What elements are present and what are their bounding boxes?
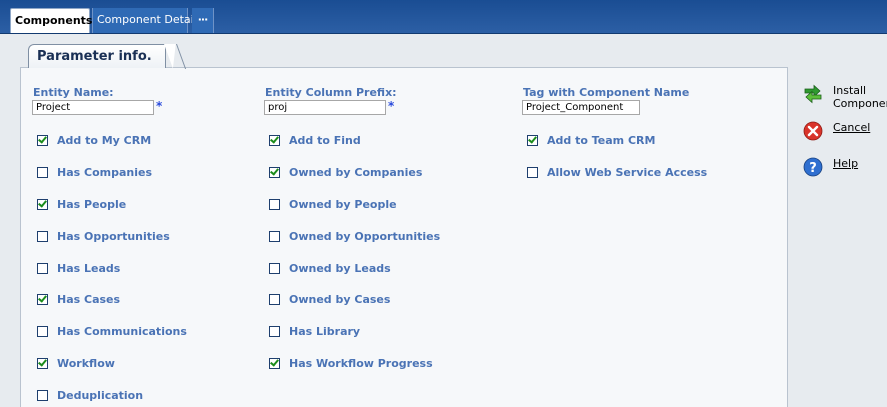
- tab-component-details[interactable]: Component Details: [92, 8, 203, 33]
- panel-tab-parameter-info: Parameter info.: [28, 44, 166, 68]
- checkbox-label: Owned by Companies: [289, 166, 423, 179]
- checkbox-box[interactable]: [269, 294, 280, 305]
- entity-name-required: *: [156, 99, 163, 113]
- tab-more[interactable]: ···: [192, 8, 214, 33]
- checkbox-box[interactable]: [37, 199, 48, 210]
- cancel-label-text: Cancel: [833, 121, 871, 134]
- checkbox-label: Workflow: [57, 357, 115, 370]
- checkbox-has-workflow-progress[interactable]: Has Workflow Progress: [269, 357, 433, 370]
- checkbox-owned-by-leads[interactable]: Owned by Leads: [269, 262, 391, 275]
- checkbox-has-leads[interactable]: Has Leads: [37, 262, 120, 275]
- checkbox-label: Add to My CRM: [57, 134, 152, 147]
- checkbox-deduplication[interactable]: Deduplication: [37, 389, 143, 402]
- tab-components[interactable]: Components: [10, 8, 92, 33]
- checkbox-box[interactable]: [37, 326, 48, 337]
- checkbox-label: Has Cases: [57, 293, 121, 306]
- install-component-label: Install Component: [833, 84, 887, 110]
- checkbox-box[interactable]: [37, 358, 48, 369]
- entity-column-prefix-label: Entity Column Prefix:: [265, 86, 397, 99]
- checkbox-label: Has People: [57, 198, 127, 211]
- checkbox-owned-by-people[interactable]: Owned by People: [269, 198, 397, 211]
- entity-name-input[interactable]: Project: [32, 100, 154, 115]
- entity-name-label: Entity Name:: [33, 86, 114, 99]
- checkbox-has-companies[interactable]: Has Companies: [37, 166, 152, 179]
- checkbox-label: Has Leads: [57, 262, 121, 275]
- cancel-button[interactable]: Cancel: [803, 121, 870, 141]
- green-arrows-icon: [804, 84, 822, 104]
- checkbox-box[interactable]: [37, 294, 48, 305]
- cancel-label: Cancel: [833, 121, 870, 134]
- checkbox-add-to-find[interactable]: Add to Find: [269, 134, 361, 147]
- top-tab-bar: Components Component Details ···: [0, 0, 887, 34]
- checkbox-box[interactable]: [269, 135, 280, 146]
- tag-component-label: Tag with Component Name: [523, 86, 690, 99]
- checkbox-has-communications[interactable]: Has Communications: [37, 325, 187, 338]
- checkbox-label: Has Opportunities: [57, 230, 170, 243]
- checkbox-label: Add to Find: [289, 134, 361, 147]
- red-x-icon: [803, 121, 823, 141]
- tag-component-input[interactable]: Project_Component: [522, 100, 640, 115]
- checkbox-box[interactable]: [269, 167, 280, 178]
- checkbox-add-to-my-crm[interactable]: Add to My CRM: [37, 134, 151, 147]
- checkbox-label: Owned by Opportunities: [289, 230, 441, 243]
- checkbox-box[interactable]: [269, 231, 280, 242]
- checkbox-label: Add to Team CRM: [547, 134, 656, 147]
- checkbox-box[interactable]: [269, 358, 280, 369]
- checkbox-allow-web-service-access[interactable]: Allow Web Service Access: [527, 166, 707, 179]
- checkbox-box[interactable]: [37, 390, 48, 401]
- checkbox-workflow[interactable]: Workflow: [37, 357, 115, 370]
- checkbox-box[interactable]: [37, 231, 48, 242]
- checkbox-has-cases[interactable]: Has Cases: [37, 293, 120, 306]
- checkbox-label: Deduplication: [57, 389, 144, 402]
- checkbox-has-opportunities[interactable]: Has Opportunities: [37, 230, 170, 243]
- install-component-button[interactable]: Install Component: [803, 84, 887, 110]
- checkbox-label: Has Workflow Progress: [289, 357, 433, 370]
- checkbox-label: Has Companies: [57, 166, 153, 179]
- checkbox-box[interactable]: [269, 263, 280, 274]
- checkbox-label: Has Communications: [57, 325, 187, 338]
- checkbox-box[interactable]: [37, 263, 48, 274]
- checkbox-owned-by-opportunities[interactable]: Owned by Opportunities: [269, 230, 440, 243]
- checkbox-box[interactable]: [37, 167, 48, 178]
- checkbox-box[interactable]: [269, 326, 280, 337]
- checkbox-owned-by-companies[interactable]: Owned by Companies: [269, 166, 422, 179]
- checkbox-has-library[interactable]: Has Library: [269, 325, 360, 338]
- checkbox-label: Owned by Cases: [289, 293, 391, 306]
- checkbox-owned-by-cases[interactable]: Owned by Cases: [269, 293, 390, 306]
- checkbox-box[interactable]: [269, 199, 280, 210]
- checkbox-label: Owned by People: [289, 198, 397, 211]
- checkbox-has-people[interactable]: Has People: [37, 198, 126, 211]
- help-button[interactable]: ? Help: [803, 157, 858, 177]
- help-label-text: Help: [833, 157, 859, 170]
- checkbox-label: Has Library: [289, 325, 361, 338]
- blue-question-icon: ?: [803, 157, 823, 177]
- checkbox-label: Owned by Leads: [289, 262, 391, 275]
- checkbox-box[interactable]: [527, 135, 538, 146]
- entity-column-prefix-required: *: [388, 99, 395, 113]
- svg-text:?: ?: [809, 161, 817, 176]
- help-label: Help: [833, 157, 858, 170]
- checkbox-box[interactable]: [37, 135, 48, 146]
- checkbox-add-to-team-crm[interactable]: Add to Team CRM: [527, 134, 655, 147]
- checkbox-box[interactable]: [527, 167, 538, 178]
- entity-column-prefix-input[interactable]: proj: [264, 100, 386, 115]
- checkbox-label: Allow Web Service Access: [547, 166, 708, 179]
